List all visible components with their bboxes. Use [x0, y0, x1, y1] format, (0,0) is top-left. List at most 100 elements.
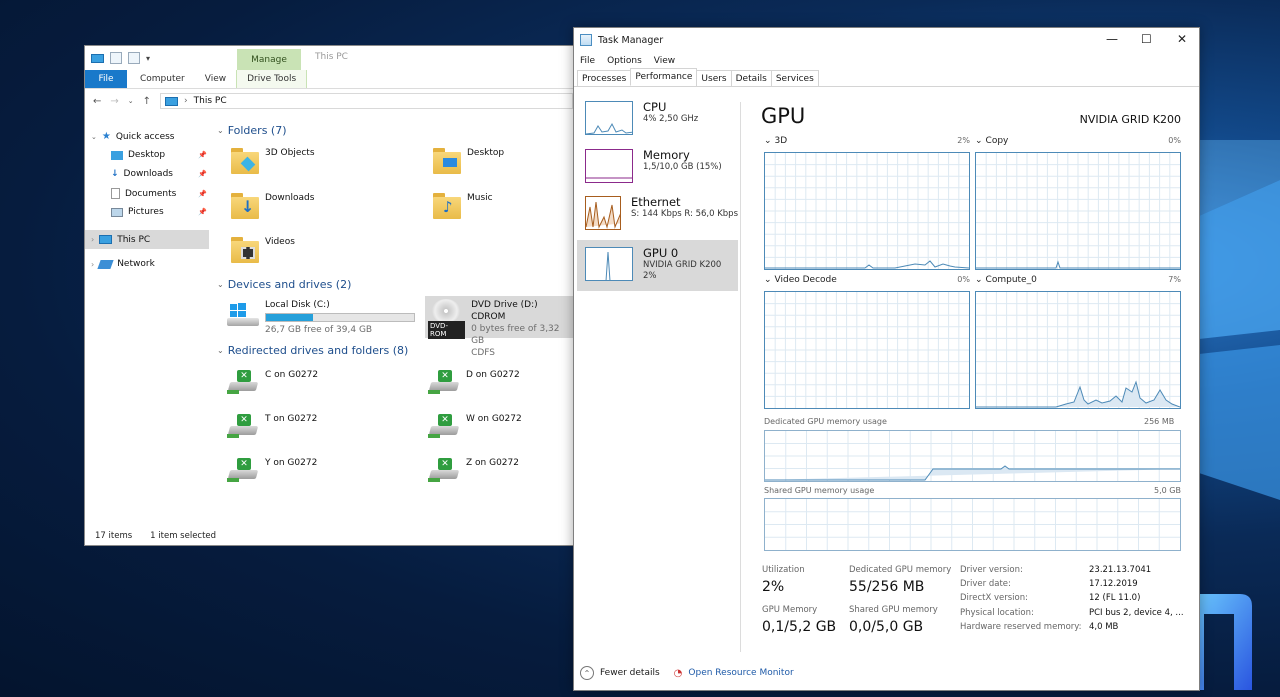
manage-tab[interactable]: Manage [237, 49, 301, 71]
engine-dropdown-icon[interactable]: ⌄ [975, 275, 983, 285]
task-manager-icon [580, 34, 592, 46]
resource-cpu[interactable]: CPU 4% 2,50 GHz [577, 94, 738, 145]
collapse-chevron-icon[interactable]: ⌄ [217, 280, 224, 289]
folder-music[interactable]: ♪ Music [433, 193, 493, 219]
document-icon [111, 188, 120, 199]
stat-value: 55/256 MB [849, 579, 925, 595]
folder-videos[interactable]: Videos [231, 237, 295, 263]
download-arrow-icon: ↓ [111, 169, 119, 179]
address-bar[interactable]: › This PC [160, 93, 573, 109]
tab-performance[interactable]: Performance [630, 68, 698, 86]
shared-memory-graph [764, 498, 1181, 551]
drive-tools-tab[interactable]: Drive Tools [236, 70, 308, 88]
network-icon [97, 259, 114, 269]
graph-grid [765, 292, 969, 408]
resource-gpu-0[interactable]: GPU 0 NVIDIA GRID K200 2% [577, 240, 738, 291]
minimize-button[interactable]: — [1106, 32, 1118, 46]
up-arrow-icon[interactable]: ↑ [143, 96, 151, 107]
tab-users[interactable]: Users [696, 70, 732, 86]
redirected-drive-w[interactable]: ✕ W on G0272 [428, 414, 522, 440]
tab-details[interactable]: Details [730, 70, 772, 86]
breadcrumb[interactable]: This PC [194, 96, 227, 106]
nav-item-downloads[interactable]: ↓ Downloads 📌 [111, 169, 207, 179]
network-drive-icon: ✕ [428, 370, 460, 396]
folders-section-header[interactable]: ⌄ Folders (7) [217, 124, 287, 137]
forward-arrow-icon[interactable]: → [110, 96, 118, 107]
engine-copy-graph[interactable]: ⌄ Copy 0% [975, 136, 1181, 270]
dvd-drive-d[interactable]: DVD-ROM DVD Drive (D:) CDROM 0 bytes fre… [425, 296, 573, 358]
nav-item-pictures[interactable]: Pictures 📌 [111, 207, 207, 217]
customize-toolbar-icon[interactable]: ▾ [146, 54, 150, 63]
engine-3d-graph[interactable]: ⌄ 3D 2% [764, 136, 970, 270]
back-arrow-icon[interactable]: ← [93, 96, 101, 107]
section-title: Redirected drives and folders (8) [227, 344, 409, 357]
engine-dropdown-icon[interactable]: ⌄ [764, 136, 772, 146]
folder-desktop[interactable]: Desktop [433, 148, 504, 174]
devices-section-header[interactable]: ⌄ Devices and drives (2) [217, 278, 351, 291]
fewer-details-link[interactable]: Fewer details [600, 668, 660, 678]
menu-file[interactable]: File [574, 53, 601, 69]
redirected-drive-t[interactable]: ✕ T on G0272 [227, 414, 317, 440]
driver-key: Driver version: [960, 565, 1023, 575]
redirected-section-header[interactable]: ⌄ Redirected drives and folders (8) [217, 344, 408, 357]
collapse-circle-icon[interactable]: ⌃ [580, 666, 594, 680]
engine-compute-0-graph[interactable]: ⌄ Compute_0 7% [975, 275, 1181, 409]
expand-chevron-icon[interactable]: › [91, 260, 94, 269]
new-folder-icon[interactable] [128, 52, 140, 64]
nav-quick-access[interactable]: ⌄ ★ Quick access [91, 131, 174, 142]
resource-name: GPU 0 [643, 246, 679, 260]
tab-services[interactable]: Services [770, 70, 819, 86]
collapse-chevron-icon[interactable]: ⌄ [91, 133, 97, 141]
nav-item-network[interactable]: › Network [91, 259, 155, 269]
open-resource-monitor-link[interactable]: Open Resource Monitor [688, 668, 793, 678]
resource-detail: S: 144 Kbps R: 56,0 Kbps [630, 209, 738, 219]
memory-plot [764, 430, 1181, 482]
properties-icon[interactable] [110, 52, 122, 64]
close-button[interactable]: ✕ [1177, 32, 1187, 46]
expand-chevron-icon[interactable]: › [91, 235, 94, 244]
nav-item-desktop[interactable]: Desktop 📌 [111, 150, 207, 160]
engine-label[interactable]: ⌄ 3D [764, 136, 787, 146]
dedicated-memory-stat: Dedicated GPU memory 55/256 MB [849, 565, 951, 595]
driver-key: Driver date: [960, 579, 1011, 589]
folder-downloads[interactable]: ↓ Downloads [231, 193, 314, 219]
redirected-drive-z[interactable]: ✕ Z on G0272 [428, 458, 519, 484]
stat-value: 2% [762, 579, 785, 595]
view-tab[interactable]: View [195, 70, 236, 88]
resource-list: CPU 4% 2,50 GHz Memory 1,5/10,0 GB (15%)… [577, 94, 740, 654]
maximize-button[interactable]: ☐ [1141, 32, 1152, 46]
star-icon: ★ [101, 131, 111, 142]
collapse-chevron-icon[interactable]: ⌄ [217, 346, 224, 355]
resource-ethernet[interactable]: Ethernet S: 144 Kbps R: 56,0 Kbps [577, 189, 738, 240]
cpu-thumbnail-graph [585, 101, 633, 135]
stat-label: Dedicated GPU memory [849, 565, 952, 575]
nav-item-this-pc[interactable]: › This PC [85, 230, 209, 249]
ethernet-thumbnail-graph [585, 196, 621, 230]
shared-memory-stat: Shared GPU memory 0,0/5,0 GB [849, 605, 938, 635]
local-disk-c[interactable]: Local Disk (C:) 26,7 GB free of 39,4 GB [227, 300, 415, 335]
resource-detail: 4% 2,50 GHz [643, 114, 699, 124]
tab-processes[interactable]: Processes [577, 70, 632, 86]
driver-key: DirectX version: [960, 593, 1028, 603]
engine-label[interactable]: ⌄ Video Decode [764, 275, 837, 285]
engine-dropdown-icon[interactable]: ⌄ [764, 275, 772, 285]
redirected-drive-d[interactable]: ✕ D on G0272 [428, 370, 520, 396]
resource-memory[interactable]: Memory 1,5/10,0 GB (15%) [577, 142, 738, 193]
menu-view[interactable]: View [648, 53, 681, 69]
redirected-drive-c[interactable]: ✕ C on G0272 [227, 370, 318, 396]
file-tab[interactable]: File [85, 70, 127, 88]
downloads-folder-icon: ↓ [231, 193, 259, 219]
computer-tab[interactable]: Computer [127, 70, 195, 88]
stat-label: Shared GPU memory [849, 605, 938, 615]
collapse-chevron-icon[interactable]: ⌄ [217, 126, 224, 135]
engine-dropdown-icon[interactable]: ⌄ [975, 136, 983, 146]
menu-options[interactable]: Options [601, 53, 648, 69]
folder-3d-objects[interactable]: 3D Objects [231, 148, 315, 174]
engine-label[interactable]: ⌄ Copy [975, 136, 1008, 146]
driver-value: 23.21.13.7041 [1089, 565, 1152, 575]
engine-video-decode-graph[interactable]: ⌄ Video Decode 0% [764, 275, 970, 409]
engine-label[interactable]: ⌄ Compute_0 [975, 275, 1037, 285]
recent-dropdown-icon[interactable]: ⌄ [128, 97, 134, 105]
redirected-drive-y[interactable]: ✕ Y on G0272 [227, 458, 317, 484]
nav-item-documents[interactable]: Documents 📌 [111, 188, 207, 199]
